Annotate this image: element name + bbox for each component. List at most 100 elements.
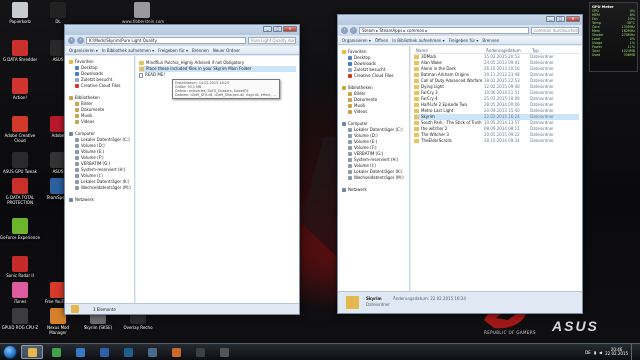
folder-icon [414,55,419,59]
taskbar-app-media[interactable] [69,345,91,359]
window-titlebar[interactable]: _ □ ✕ [65,25,299,35]
column-header[interactable]: Änderungsdatum [484,48,530,53]
folder-tooltip: Erstelldatum: 14.02.2015 18:25 Größe: 93,… [172,79,280,99]
nav-item[interactable]: Netzwerk [67,197,132,203]
column-header[interactable]: Typ [530,48,570,53]
clock[interactable]: 20:46 22.02.2015 [605,347,628,357]
navigation-pane[interactable]: Favoriten Desktop Downloads Zuletzt besucht… [338,46,410,291]
nav-item-icon [348,134,352,138]
desktop-icon-label: Papierkorb [9,19,31,24]
show-desktop-button[interactable] [631,344,636,360]
start-button[interactable] [3,345,17,359]
nav-item[interactable]: Netzwerk [340,187,407,193]
volume-icon[interactable]: ◀ [599,350,602,355]
nav-item-icon [75,66,79,70]
toolbar-button[interactable]: Organisieren ▾ [342,38,371,43]
desktop-icon[interactable]: Sonic Radar II [0,256,40,279]
taskbar-app-explorer[interactable] [21,345,43,359]
folder-icon [139,67,144,71]
toolbar-button[interactable]: Brennen [482,38,499,43]
word-icon [99,347,109,357]
file-date: 28.10.2014 09:34 [484,138,520,143]
forward-icon[interactable]: › [77,37,84,44]
minimize-icon[interactable]: _ [263,26,272,32]
window-titlebar[interactable]: _ □ ✕ [338,15,582,25]
folder-icon [414,79,419,83]
desktop-icon[interactable]: GeForce Experience [0,218,40,241]
file-row[interactable]: READ ME! [139,72,296,78]
toolbar-button[interactable]: Brennen [192,48,209,53]
search-input[interactable]: common durchsuchen [531,27,579,34]
nav-item-icon [75,108,79,112]
gpu-meter-gadget: GPU Meter GPU 0% MEM 6% Fan 24% Temp 38°C Core 13… [589,2,638,72]
nav-item-label: Wechseldatenträger (M:) [81,185,131,190]
explorer-icon [27,347,37,357]
toolbar-button[interactable]: Freigeben für ▾ [158,48,188,53]
nav-item-label: Videos [354,109,368,114]
toolbar-button[interactable]: In Bibliothek aufnehmen ▾ [102,48,154,53]
app-icon [12,282,28,298]
explorer-window-steam-common[interactable]: _ □ ✕ ‹ › Steam ▸ SteamApps ▸ common ▸ c… [337,14,583,314]
desktop-icon[interactable]: iTunes [0,282,40,305]
desktop-icon[interactable]: Papierkorb [0,2,40,25]
desktop-icon[interactable]: Adobe Creative Cloud [0,116,40,143]
toolbar-button[interactable]: Freigeben für ▾ [449,38,479,43]
folder-icon [71,305,79,313]
folder-icon [414,121,419,125]
taskbar-app-photoshop[interactable] [117,345,139,359]
maximize-icon[interactable]: □ [273,26,282,32]
desktop-icon[interactable]: DL [38,2,78,25]
toolbar-button[interactable]: Neuer Ordner [213,48,240,53]
toolbar-button[interactable]: Organisieren ▾ [69,48,98,53]
folder-icon [414,109,419,113]
taskbar-app-word[interactable] [93,345,115,359]
maximize-icon[interactable]: □ [556,16,565,22]
toolbar-button[interactable]: In Bibliothek aufnehmen ▾ [392,38,444,43]
back-icon[interactable]: ‹ [341,27,348,34]
language-indicator[interactable]: DE [585,350,591,355]
taskbar-app-skyrim[interactable] [213,345,235,359]
search-input[interactable]: Pure Light Quality durchsuchen [248,37,296,44]
address-row: ‹ › Steam ▸ SteamApps ▸ common ▸ common … [338,25,582,36]
close-icon[interactable]: ✕ [566,16,580,22]
taskbar-app-steam[interactable] [189,345,211,359]
system-tray: DE ▮ ◀ 20:46 22.02.2015 [585,344,640,360]
taskbar-app-chrome[interactable] [45,345,67,359]
nav-item-icon [348,128,352,132]
address-bar[interactable]: K:\Mods\Skyrim\Pure Light Quality [86,37,246,44]
explorer-window-pure-light[interactable]: _ □ ✕ ‹ › K:\Mods\Skyrim\Pure Light Qual… [64,24,300,315]
address-bar[interactable]: Steam ▸ SteamApps ▸ common ▸ [359,27,529,34]
navigation-pane[interactable]: Favoriten Desktop Downloads Zuletzt besucht… [65,56,135,303]
app-icon [12,40,28,56]
app-icon [12,218,28,234]
minimize-icon[interactable]: _ [546,16,555,22]
selected-date: Änderungsdatum: 22.02.2015 16:24 [393,296,466,301]
back-icon[interactable]: ‹ [68,37,75,44]
desktop-icon[interactable]: Action! [0,78,40,101]
media-icon [75,347,85,357]
nav-item-icon [69,132,73,136]
taskbar-app-illustrator[interactable] [165,345,187,359]
taskbar-app-lightroom[interactable] [141,345,163,359]
desktop-icon[interactable]: ASUS GPU Tweak [0,152,40,175]
file-list[interactable]: Name Änderungsdatum Typ 3DMark 15.02.2015 2… [411,46,582,291]
desktop-icon[interactable]: G DATA Shredder [0,40,40,63]
nav-item-icon [342,86,346,90]
app-icon [12,116,28,132]
desktop-icon-label: G DATA Shredder [2,57,38,62]
close-icon[interactable]: ✕ [283,26,297,32]
folder-icon [414,73,419,77]
desktop-icon[interactable]: www.tibberstein.com [122,2,164,25]
taskbar: DE ▮ ◀ 20:46 22.02.2015 [0,343,640,360]
file-row[interactable]: TheElderScrolls 28.10.2014 09:34 Dateiordn… [414,138,579,144]
desktop-icon[interactable]: G DATA TOTAL PROTECTION [0,178,40,205]
app-icon [12,2,28,18]
column-header[interactable]: Name [414,48,484,53]
forward-icon[interactable]: › [350,27,357,34]
lightroom-icon [147,347,157,357]
network-icon[interactable]: ▮ [594,350,596,355]
toolbar-button[interactable]: Öffnen [375,38,388,43]
nav-item-label: Creative Cloud Files [354,73,394,78]
nav-item-icon [342,50,346,54]
desktop-icon[interactable]: GPUID ROG CPU-Z [0,308,40,331]
